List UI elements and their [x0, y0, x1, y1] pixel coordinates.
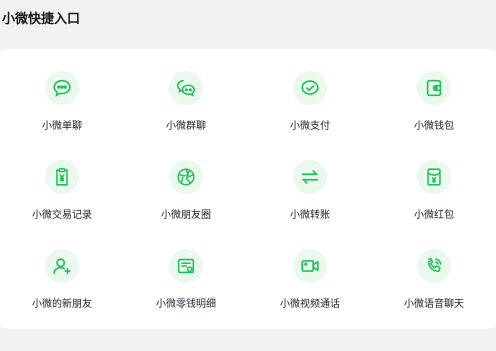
chat-bubble-icon	[45, 71, 79, 105]
shortcut-new-friend[interactable]: 小微的新朋友	[0, 249, 124, 338]
shortcut-label: 小微支付	[290, 121, 330, 132]
shortcut-payment[interactable]: 小微支付	[248, 71, 372, 160]
video-call-icon	[293, 249, 327, 283]
shortcut-moments[interactable]: 小微朋友圈	[124, 160, 248, 249]
change-details-icon	[169, 249, 203, 283]
transaction-record-icon	[45, 160, 79, 194]
shortcut-label: 小微转账	[290, 210, 330, 221]
shortcut-label: 小微视频通话	[280, 299, 340, 310]
shortcut-label: 小微朋友圈	[161, 210, 211, 221]
moments-aperture-icon	[169, 160, 203, 194]
voice-call-icon	[417, 249, 451, 283]
shortcut-wallet[interactable]: 小微钱包	[372, 71, 496, 160]
shortcut-label: 小微的新朋友	[32, 299, 92, 310]
shortcut-change-details[interactable]: 小微零钱明细	[124, 249, 248, 338]
shortcut-label: 小微语音聊天	[404, 299, 464, 310]
shortcut-red-packet[interactable]: 小微红包	[372, 160, 496, 249]
transfer-arrows-icon	[293, 160, 327, 194]
red-packet-icon	[417, 160, 451, 194]
shortcut-transfer[interactable]: 小微转账	[248, 160, 372, 249]
shortcut-video-call[interactable]: 小微视频通话	[248, 249, 372, 338]
add-friend-icon	[45, 249, 79, 283]
shortcut-label: 小微零钱明细	[156, 299, 216, 310]
group-chat-icon	[169, 71, 203, 105]
page-title: 小微快捷入口	[0, 0, 496, 40]
shortcut-grid: 小微单聊 小微群聊 小微支付 小微钱包 小微交易记录 小微朋友圈 小微转账 小微…	[0, 49, 496, 351]
payment-check-icon	[293, 71, 327, 105]
shortcut-label: 小微红包	[414, 210, 454, 221]
shortcut-label: 小微交易记录	[32, 210, 92, 221]
shortcut-label: 小微钱包	[414, 121, 454, 132]
shortcut-label: 小微单聊	[42, 121, 82, 132]
shortcut-label: 小微群聊	[166, 121, 206, 132]
shortcut-transaction-record[interactable]: 小微交易记录	[0, 160, 124, 249]
shortcut-single-chat[interactable]: 小微单聊	[0, 71, 124, 160]
shortcut-group-chat[interactable]: 小微群聊	[124, 71, 248, 160]
wallet-icon	[417, 71, 451, 105]
shortcut-panel: 小微单聊 小微群聊 小微支付 小微钱包 小微交易记录 小微朋友圈 小微转账 小微…	[0, 49, 496, 329]
shortcut-voice-chat[interactable]: 小微语音聊天	[372, 249, 496, 338]
